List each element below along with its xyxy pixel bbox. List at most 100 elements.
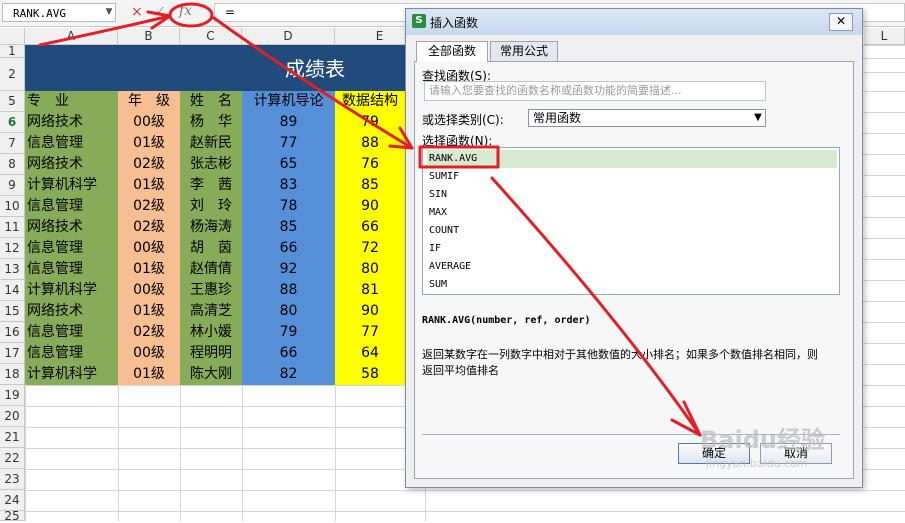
function-list-item[interactable]: RANK.AVG [427,150,837,168]
data-cell-intro[interactable]: 79 [242,322,335,343]
category-select[interactable]: 常用函数 [528,109,766,127]
data-cell-ds[interactable]: 90 [335,196,405,217]
data-cell-ds[interactable]: 77 [335,322,405,343]
data-cell-major[interactable]: 网络技术 [25,112,118,133]
row-header[interactable]: 23 [0,469,25,490]
chevron-down-icon[interactable]: ▼ [750,109,766,127]
data-cell-ds[interactable]: 72 [335,238,405,259]
data-cell-grade[interactable]: 02级 [118,196,180,217]
function-list-item[interactable]: SIN [427,186,837,204]
data-cell-ds[interactable]: 90 [335,301,405,322]
row-header[interactable]: 21 [0,427,25,448]
data-cell-ds[interactable]: 64 [335,343,405,364]
header-cell-grade[interactable]: 年 级 [118,91,180,112]
data-cell-name[interactable]: 李 茜 [180,175,242,196]
data-cell-grade[interactable]: 02级 [118,154,180,175]
row-header[interactable]: 17 [0,343,25,364]
dialog-title-bar[interactable]: S 插入函数 ✕ [406,9,862,35]
row-header[interactable]: 18 [0,364,25,385]
row-header[interactable]: 2 [0,58,25,91]
row-header[interactable]: 19 [0,385,25,406]
row-header[interactable]: 24 [0,490,25,511]
column-header[interactable]: L [864,28,905,45]
tab-all-functions[interactable]: 全部函数 [416,41,488,62]
function-list-item[interactable]: SUM [427,276,837,294]
data-cell-major[interactable]: 网络技术 [25,154,118,175]
data-cell-grade[interactable]: 00级 [118,280,180,301]
data-cell-grade[interactable]: 00级 [118,343,180,364]
header-cell-major[interactable]: 专 业 [25,91,118,112]
column-header[interactable]: B [118,28,180,45]
data-cell-grade[interactable]: 01级 [118,133,180,154]
data-cell-ds[interactable]: 58 [335,364,405,385]
data-cell-major[interactable]: 信息管理 [25,259,118,280]
data-cell-grade[interactable]: 01级 [118,175,180,196]
data-cell-major[interactable]: 信息管理 [25,196,118,217]
row-header[interactable]: 25 [0,510,25,522]
row-header[interactable]: 15 [0,301,25,322]
data-cell-intro[interactable]: 66 [242,343,335,364]
data-cell-name[interactable]: 陈大刚 [180,364,242,385]
row-header[interactable]: 9 [0,175,25,196]
row-header[interactable]: 6 [0,112,25,133]
column-header[interactable]: A [25,28,118,45]
row-header[interactable]: 5 [0,91,25,112]
data-cell-ds[interactable]: 81 [335,280,405,301]
data-cell-name[interactable]: 杨海涛 [180,217,242,238]
function-list-item[interactable]: COUNT [427,222,837,240]
data-cell-name[interactable]: 高清芝 [180,301,242,322]
data-cell-intro[interactable]: 92 [242,259,335,280]
data-cell-ds[interactable]: 66 [335,217,405,238]
row-header[interactable]: 20 [0,406,25,427]
data-cell-intro[interactable]: 66 [242,238,335,259]
data-cell-ds[interactable]: 85 [335,175,405,196]
data-cell-intro[interactable]: 77 [242,133,335,154]
function-list-item[interactable]: IF [427,240,837,258]
function-list-item[interactable]: SUMIF [427,168,837,186]
header-cell-ds[interactable]: 数据结构 [335,91,405,112]
data-cell-intro[interactable]: 82 [242,364,335,385]
data-cell-grade[interactable]: 02级 [118,322,180,343]
data-cell-ds[interactable]: 79 [335,112,405,133]
data-cell-name[interactable]: 刘 玲 [180,196,242,217]
column-header[interactable]: D [242,28,335,45]
row-header[interactable]: 22 [0,448,25,469]
data-cell-grade[interactable]: 01级 [118,259,180,280]
data-cell-major[interactable]: 网络技术 [25,217,118,238]
data-cell-major[interactable]: 计算机科学 [25,364,118,385]
row-header[interactable]: 14 [0,280,25,301]
row-header[interactable]: 7 [0,133,25,154]
data-cell-name[interactable]: 张志彬 [180,154,242,175]
column-header[interactable]: C [180,28,242,45]
data-cell-major[interactable]: 计算机科学 [25,175,118,196]
data-cell-major[interactable]: 计算机科学 [25,280,118,301]
data-cell-major[interactable]: 信息管理 [25,238,118,259]
data-cell-grade[interactable]: 00级 [118,238,180,259]
header-cell-name[interactable]: 姓 名 [180,91,242,112]
function-list[interactable]: RANK.AVG SUMIF SIN MAX COUNT IF AVERAGE SUM [422,147,840,295]
tab-common-formulas[interactable]: 常用公式 [490,41,558,61]
data-cell-name[interactable]: 赵新民 [180,133,242,154]
data-cell-ds[interactable]: 76 [335,154,405,175]
data-cell-intro[interactable]: 89 [242,112,335,133]
data-cell-name[interactable]: 胡 茵 [180,238,242,259]
row-header[interactable]: 8 [0,154,25,175]
data-cell-intro[interactable]: 85 [242,217,335,238]
data-cell-grade[interactable]: 01级 [118,301,180,322]
data-cell-name[interactable]: 杨 华 [180,112,242,133]
data-cell-major[interactable]: 信息管理 [25,343,118,364]
data-cell-ds[interactable]: 88 [335,133,405,154]
data-cell-major[interactable]: 网络技术 [25,301,118,322]
data-cell-grade[interactable]: 02级 [118,217,180,238]
data-cell-intro[interactable]: 80 [242,301,335,322]
function-list-item[interactable]: MAX [427,204,837,222]
data-cell-name[interactable]: 林小媛 [180,322,242,343]
row-header[interactable]: 1 [0,45,25,58]
data-cell-name[interactable]: 赵倩倩 [180,259,242,280]
data-cell-name[interactable]: 王惠珍 [180,280,242,301]
row-header[interactable]: 13 [0,259,25,280]
row-header[interactable]: 11 [0,217,25,238]
data-cell-intro[interactable]: 78 [242,196,335,217]
data-cell-intro[interactable]: 83 [242,175,335,196]
data-cell-intro[interactable]: 88 [242,280,335,301]
